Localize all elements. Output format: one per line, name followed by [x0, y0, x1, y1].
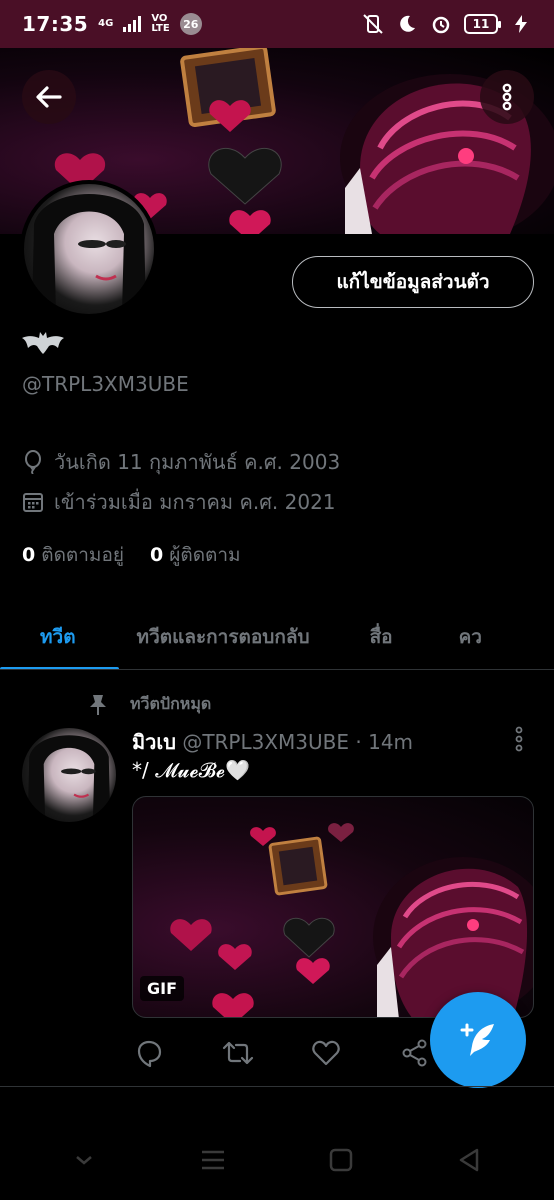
reply-button[interactable]	[132, 1036, 166, 1070]
back-triangle-icon	[459, 1148, 478, 1172]
following-count: 0	[22, 544, 36, 566]
volte-indicator: VO LTE	[151, 13, 170, 34]
profile-tabs: ทวีต ทวีตและการตอบกลับ สื่อ คว	[0, 604, 554, 670]
birthday-row: วันเกิด 11 กุมภาพันธ์ ค.ศ. 2003	[22, 446, 340, 478]
tab-likes[interactable]: คว	[433, 604, 506, 669]
follow-stats: 0 ติดตามอยู่ 0 ผู้ติดตาม	[22, 540, 241, 570]
followers-link[interactable]: 0 ผู้ติดตาม	[150, 540, 241, 570]
joined-text: เข้าร่วมเมื่อ มกราคม ค.ศ. 2021	[54, 490, 336, 514]
clock: 17:35	[22, 12, 89, 36]
chevron-down-icon	[76, 1156, 93, 1165]
nav-collapse-button[interactable]	[64, 1140, 104, 1180]
more-options-button[interactable]	[480, 70, 534, 124]
share-button[interactable]	[398, 1036, 432, 1070]
share-icon	[402, 1039, 427, 1067]
edit-profile-button[interactable]: แก้ไขข้อมูลส่วนตัว	[292, 256, 534, 308]
notification-count-badge: 26	[179, 13, 202, 35]
tweet-author-avatar[interactable]	[22, 728, 116, 822]
arrow-left-icon	[36, 86, 62, 108]
compose-quill-plus-icon	[460, 1023, 494, 1056]
signal-strength-icon	[123, 16, 142, 32]
battery-icon: 11	[464, 14, 501, 34]
pin-icon	[90, 694, 106, 715]
avatar-face-image	[27, 735, 111, 822]
followers-label: ผู้ติดตาม	[169, 544, 241, 566]
balloon-icon	[25, 450, 41, 474]
bat-icon	[22, 332, 64, 354]
profile-avatar[interactable]	[20, 180, 158, 318]
retweet-icon	[222, 1041, 253, 1065]
tweet-text: */ 𝓜𝓾𝓮𝓑𝓮🤍	[132, 758, 250, 782]
vibrate-off-icon	[362, 13, 384, 35]
feed-divider	[0, 1086, 554, 1087]
nav-back-button[interactable]	[450, 1140, 490, 1180]
birthday-text: วันเกิด 11 กุมภาพันธ์ ค.ศ. 2003	[54, 450, 341, 474]
status-bar: 17:35 4G VO LTE 26 11	[0, 0, 554, 48]
tab-tweets-and-replies[interactable]: ทวีตและการตอบกลับ	[119, 604, 350, 669]
compose-tweet-button[interactable]	[430, 992, 526, 1088]
network-type: 4G	[98, 18, 114, 29]
tab-media[interactable]: สื่อ	[350, 604, 433, 669]
following-link[interactable]: 0 ติดตามอยู่	[22, 540, 124, 570]
charging-bolt-icon	[510, 13, 532, 35]
pinned-label-row: ทวีตปักหมุด	[88, 692, 211, 717]
like-button[interactable]	[309, 1036, 343, 1070]
tweet-more-button[interactable]	[510, 726, 528, 756]
profile-handle: @TRPL3XM3UBE	[22, 372, 189, 396]
nav-home-button[interactable]	[321, 1140, 361, 1180]
reply-bubble-icon	[137, 1040, 162, 1068]
back-button[interactable]	[22, 70, 76, 124]
tab-tweets[interactable]: ทวีต	[0, 604, 119, 669]
gif-artwork	[170, 823, 533, 1017]
home-square-icon	[330, 1148, 353, 1172]
tweet-header: มิวเบ @TRPL3XM3UBE · 14m	[132, 726, 413, 758]
joined-row: เข้าร่วมเมื่อ มกราคม ค.ศ. 2021	[22, 486, 336, 518]
gif-badge: GIF	[140, 976, 185, 1001]
more-vertical-icon	[515, 726, 523, 752]
do-not-disturb-moon-icon	[396, 13, 418, 35]
menu-lines-icon	[201, 1150, 224, 1170]
avatar-face-image	[32, 194, 146, 314]
tweet-display-name[interactable]: มิวเบ	[132, 730, 176, 754]
retweet-button[interactable]	[221, 1036, 255, 1070]
pinned-tweet-label: ทวีตปักหมุด	[130, 694, 212, 713]
nav-recents-button[interactable]	[193, 1140, 233, 1180]
tweet-handle[interactable]: @TRPL3XM3UBE	[182, 730, 349, 754]
followers-count: 0	[150, 544, 164, 566]
system-navigation-bar	[0, 1120, 554, 1200]
bat-emoji-display-name	[22, 330, 64, 360]
alarm-icon	[430, 13, 452, 35]
heart-outline-icon	[312, 1040, 341, 1066]
tweet-time[interactable]: 14m	[368, 730, 413, 754]
more-vertical-icon	[502, 83, 512, 111]
tweet-separator: ·	[355, 730, 362, 754]
following-label: ติดตามอยู่	[41, 544, 124, 566]
calendar-icon	[23, 493, 43, 512]
tweet-actions	[132, 1036, 432, 1070]
tweet-media-gif[interactable]	[132, 796, 534, 1018]
